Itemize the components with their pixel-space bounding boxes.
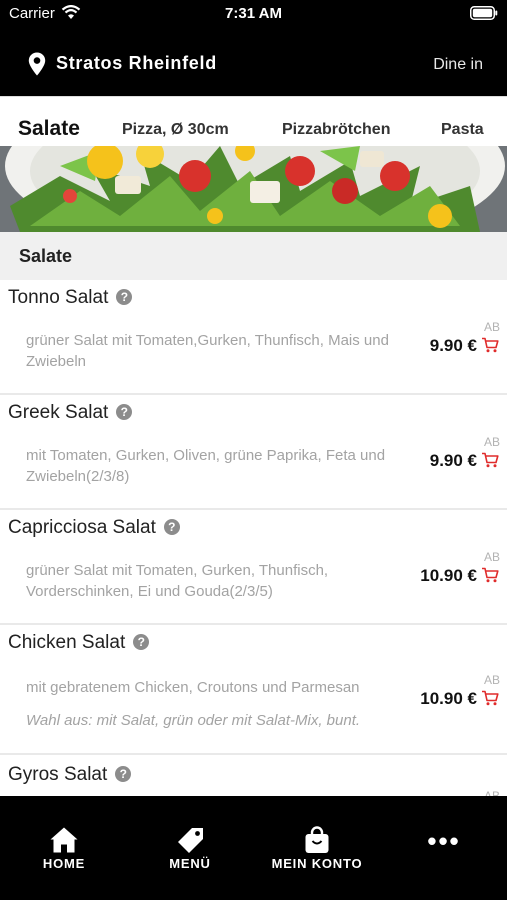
battery-icon: [470, 6, 498, 20]
add-to-cart-icon[interactable]: [481, 337, 499, 353]
tab-pasta[interactable]: Pasta: [441, 121, 484, 139]
item-name: Chicken Salat?: [8, 632, 150, 654]
section-title: Salate: [19, 246, 73, 266]
dine-mode-selector[interactable]: Dine in: [433, 56, 483, 74]
shopping-bag-icon: [305, 826, 329, 853]
nav-menu[interactable]: MENÜ: [150, 796, 230, 900]
category-banner-image: [0, 146, 507, 232]
item-description: mit gebratenem Chicken, Croutons und Par…: [26, 679, 360, 696]
status-bar: Carrier 7:31 AM: [0, 0, 507, 28]
price-from-label: AB: [483, 789, 500, 796]
app-header: Stratos Rheinfeld Dine in: [0, 28, 507, 96]
item-price: 9.90 €: [429, 451, 477, 470]
tab-salate[interactable]: Salate: [18, 117, 80, 141]
menu-item-capricciosa-salat[interactable]: Capricciosa Salat? grüner Salat mit Toma…: [0, 510, 507, 625]
help-icon[interactable]: ?: [163, 519, 180, 535]
item-description: mit Tomaten, Gurken, Oliven, grüne Papri…: [26, 447, 386, 485]
help-icon[interactable]: ?: [115, 766, 132, 782]
add-to-cart-icon[interactable]: [481, 690, 499, 706]
price-from-label: AB: [483, 673, 500, 687]
add-to-cart-icon[interactable]: [481, 452, 499, 468]
menu-list: Tonno Salat? grüner Salat mit Tomaten,Gu…: [0, 280, 507, 796]
help-icon[interactable]: ?: [133, 634, 150, 650]
menu-item-tonno-salat[interactable]: Tonno Salat? grüner Salat mit Tomaten,Gu…: [0, 280, 507, 395]
tab-pizzabroetchen[interactable]: Pizzabrötchen: [282, 121, 390, 139]
home-icon: [50, 827, 78, 853]
bottom-navigation: HOME MENÜ MEIN KONTO •••: [0, 796, 507, 900]
more-dots-icon: •••: [427, 826, 461, 856]
item-price: 10.90 €: [420, 566, 477, 585]
nav-home-label: HOME: [42, 856, 86, 871]
tag-icon: [178, 828, 203, 853]
help-icon[interactable]: ?: [116, 289, 133, 305]
item-name: Tonno Salat?: [8, 287, 133, 309]
menu-item-greek-salat[interactable]: Greek Salat? mit Tomaten, Gurken, Oliven…: [0, 395, 507, 510]
item-name: Gyros Salat?: [8, 764, 132, 786]
nav-account[interactable]: MEIN KONTO: [262, 796, 372, 900]
item-name: Capricciosa Salat?: [8, 517, 180, 539]
category-tabs: Salate Pizza, Ø 30cm Pizzabrötchen Pasta: [0, 96, 507, 146]
help-icon[interactable]: ?: [116, 404, 133, 420]
item-description: grüner Salat mit Tomaten, Gurken, Thunfi…: [26, 562, 329, 600]
item-description: grüner Salat mit Tomaten,Gurken, Thunfis…: [26, 332, 389, 370]
price-from-label: AB: [483, 435, 500, 449]
item-price: 10.90 €: [420, 689, 477, 708]
item-price: 9.90 €: [429, 336, 477, 355]
menu-item-chicken-salat[interactable]: Chicken Salat? mit gebratenem Chicken, C…: [0, 625, 507, 755]
price-from-label: AB: [483, 550, 500, 564]
price-from-label: AB: [483, 320, 500, 334]
menu-item-gyros-salat[interactable]: Gyros Salat? AB: [0, 755, 507, 796]
nav-home[interactable]: HOME: [24, 796, 104, 900]
store-name[interactable]: Stratos Rheinfeld: [56, 53, 217, 74]
tab-pizza[interactable]: Pizza, Ø 30cm: [122, 121, 229, 139]
nav-more[interactable]: •••: [414, 796, 474, 900]
nav-menu-label: MENÜ: [169, 856, 211, 871]
location-pin-icon: [28, 52, 46, 76]
status-time: 7:31 AM: [225, 5, 282, 22]
nav-account-label: MEIN KONTO: [271, 856, 363, 871]
item-name: Greek Salat?: [8, 402, 133, 424]
item-option-note: Wahl aus: mit Salat, grün oder mit Salat…: [26, 712, 361, 729]
add-to-cart-icon[interactable]: [481, 567, 499, 583]
section-header: Salate: [0, 232, 507, 280]
